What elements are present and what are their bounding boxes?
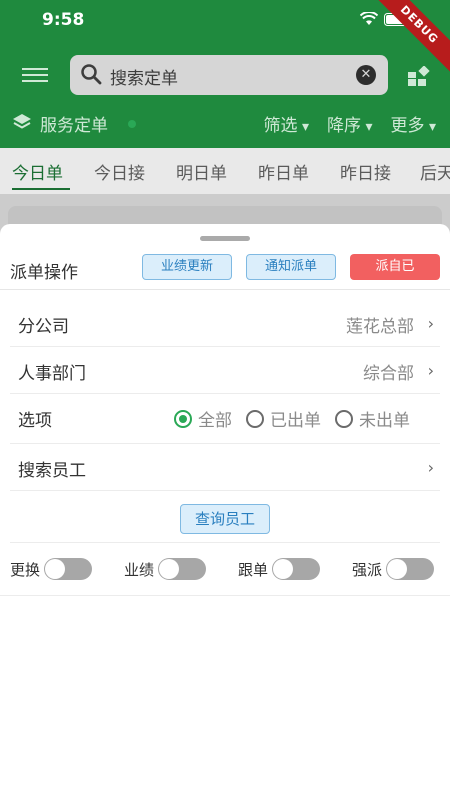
toggle-force: 强派 xyxy=(352,558,435,580)
radio-unchecked-icon xyxy=(335,409,353,428)
tab-yesterday-accepted[interactable]: 昨日接 xyxy=(340,159,391,184)
search-staff-label: 搜索员工 xyxy=(18,461,86,481)
divider xyxy=(10,542,440,543)
toggle-row: 更换 业绩 跟单 强派 xyxy=(0,550,450,596)
tab-indicator xyxy=(12,188,70,190)
performance-switch[interactable] xyxy=(158,558,207,580)
radio-unchecked-icon xyxy=(246,409,264,428)
chevron-right-icon: › xyxy=(427,458,434,477)
tab-today-orders[interactable]: 今日单 xyxy=(12,159,63,184)
notify-dispatch-button[interactable]: 通知派单 xyxy=(246,254,336,280)
self-dispatch-button[interactable]: 派自已 xyxy=(350,254,440,280)
search-staff-row[interactable]: 搜索员工 › xyxy=(10,444,440,491)
app-header: 9:58 DEBUG 搜索定单 ✕ 服务定单 筛选 ▾ 降序 ▾ 更多 ▾ xyxy=(0,0,450,148)
sheet-header: 派单操作 业绩更新 通知派单 派自已 xyxy=(0,250,450,290)
page-title: 服务定单 xyxy=(40,116,108,136)
toggle-replace: 更换 xyxy=(10,558,93,580)
radio-checked-icon xyxy=(174,409,192,428)
search-placeholder: 搜索定单 xyxy=(110,69,178,89)
header-subrow: 服务定单 筛选 降序 更多 xyxy=(0,106,450,140)
sort-button[interactable]: 降序 xyxy=(327,111,372,136)
follow-switch[interactable] xyxy=(272,558,321,580)
replace-switch[interactable] xyxy=(44,558,93,580)
tab-yesterday-orders[interactable]: 昨日单 xyxy=(258,159,309,184)
radio-all[interactable]: 全部 xyxy=(174,406,232,431)
branch-row[interactable]: 分公司 莲花总部 › xyxy=(10,300,440,347)
toggle-follow: 跟单 xyxy=(238,558,321,580)
layers-icon xyxy=(13,114,31,129)
header-actions: 筛选 降序 更多 xyxy=(264,111,436,136)
widgets-icon[interactable] xyxy=(408,66,430,86)
radio-not-issued-label: 未出单 xyxy=(359,411,410,431)
tabs-bar: 今日单 今日接 明日单 昨日单 昨日接 后天 xyxy=(0,148,450,194)
radio-not-issued[interactable]: 未出单 xyxy=(335,406,410,431)
sheet-title: 派单操作 xyxy=(10,263,78,283)
status-time: 9:58 xyxy=(42,10,85,30)
status-dot xyxy=(128,120,136,128)
query-staff-button[interactable]: 查询员工 xyxy=(180,504,270,534)
toggle-replace-label: 更换 xyxy=(10,560,41,579)
search-icon xyxy=(81,64,102,85)
wifi-icon xyxy=(360,12,378,25)
toggle-follow-label: 跟单 xyxy=(238,560,269,579)
update-performance-button[interactable]: 业绩更新 xyxy=(142,254,232,280)
hr-dept-value: 综合部 xyxy=(363,364,414,384)
status-bar: 9:58 xyxy=(0,0,450,44)
tab-tomorrow-orders[interactable]: 明日单 xyxy=(176,159,227,184)
chevron-right-icon: › xyxy=(427,314,434,333)
clear-icon[interactable]: ✕ xyxy=(356,65,376,85)
radio-issued[interactable]: 已出单 xyxy=(246,406,321,431)
branch-label: 分公司 xyxy=(18,317,69,337)
toggle-performance: 业绩 xyxy=(124,558,207,580)
menu-icon[interactable] xyxy=(22,64,48,86)
radio-issued-label: 已出单 xyxy=(270,411,321,431)
tab-day-after[interactable]: 后天 xyxy=(420,159,450,184)
toggle-performance-label: 业绩 xyxy=(124,560,155,579)
radio-all-label: 全部 xyxy=(198,411,232,431)
tab-today-accepted[interactable]: 今日接 xyxy=(94,159,145,184)
more-button[interactable]: 更多 xyxy=(391,111,436,136)
search-input[interactable]: 搜索定单 ✕ xyxy=(70,55,388,95)
force-switch[interactable] xyxy=(386,558,435,580)
options-label: 选项 xyxy=(18,411,52,431)
hr-dept-row[interactable]: 人事部门 综合部 › xyxy=(10,347,440,394)
toggle-force-label: 强派 xyxy=(352,560,383,579)
branch-value: 莲花总部 xyxy=(346,317,414,337)
sheet-drag-handle[interactable] xyxy=(200,236,250,241)
hr-dept-label: 人事部门 xyxy=(18,364,86,384)
dispatch-sheet: 派单操作 业绩更新 通知派单 派自已 分公司 莲花总部 › 人事部门 综合部 ›… xyxy=(0,224,450,800)
chevron-right-icon: › xyxy=(427,361,434,380)
options-row: 选项 全部 已出单 未出单 xyxy=(10,394,440,444)
filter-button[interactable]: 筛选 xyxy=(264,111,309,136)
options-radio-group: 全部 已出单 未出单 xyxy=(174,406,410,431)
